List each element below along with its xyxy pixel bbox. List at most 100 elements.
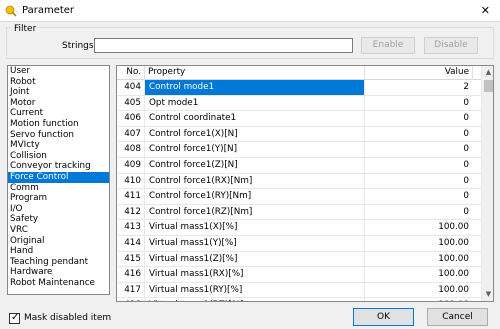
table-header: No. Property Value	[117, 66, 481, 80]
row-value[interactable]: 0	[365, 111, 473, 126]
disable-button[interactable]: Disable	[424, 37, 478, 54]
row-property: Virtual mass1(X)[%]	[145, 220, 365, 236]
category-item[interactable]: Collision	[8, 151, 109, 162]
table-row[interactable]: 418Virtual mass1(RZ)[%]100.00	[117, 298, 481, 301]
row-number: 407	[117, 126, 145, 142]
ok-button[interactable]: OK	[353, 308, 414, 326]
row-number: 404	[117, 80, 145, 95]
category-item[interactable]: Robot	[8, 77, 109, 88]
category-item[interactable]: Current	[8, 108, 109, 119]
category-item[interactable]: Motion function	[8, 119, 109, 130]
category-item[interactable]: Servo function	[8, 130, 109, 141]
row-number: 411	[117, 189, 145, 205]
row-value[interactable]: 100.00	[365, 220, 473, 235]
row-value[interactable]: 0	[365, 174, 473, 189]
column-header-property[interactable]: Property	[145, 66, 365, 80]
row-property: Control force1(Z)[N]	[145, 157, 365, 173]
row-property: Virtual mass1(Z)[%]	[145, 251, 365, 267]
row-number: 408	[117, 142, 145, 158]
table-row[interactable]: 409 Control force1(Z)[N] 0	[117, 157, 481, 174]
row-number: 414	[117, 235, 145, 251]
column-header-no[interactable]: No.	[117, 66, 145, 80]
mask-disabled-checkbox[interactable]: ✓	[9, 312, 20, 324]
table-row[interactable]: 405 Opt mode1 0	[117, 95, 481, 112]
category-item[interactable]: Program	[8, 193, 109, 204]
row-number: 413	[117, 220, 145, 236]
category-item[interactable]: Joint	[8, 87, 109, 98]
table-row[interactable]: 410 Control force1(RX)[Nm] 0	[117, 173, 481, 190]
row-number: 418	[117, 298, 145, 301]
check-icon: ✓	[11, 312, 20, 323]
row-number: 406	[117, 111, 145, 127]
category-item[interactable]: Robot Maintenance	[8, 278, 109, 289]
row-property: Control force1(RZ)[Nm]	[145, 204, 365, 220]
app-icon	[5, 5, 17, 17]
table-row[interactable]: 406 Control coordinate1 0	[117, 111, 481, 127]
category-item[interactable]: Motor	[8, 98, 109, 109]
filter-legend: Filter	[12, 24, 39, 34]
table-row[interactable]: 413 Virtual mass1(X)[%] 100.00	[117, 220, 481, 236]
strings-input[interactable]	[94, 38, 353, 53]
row-property: Virtual mass1(RY)[%]	[145, 282, 365, 298]
table-row[interactable]: 415 Virtual mass1(Z)[%] 100.00	[117, 251, 481, 268]
row-value[interactable]: 100.00	[365, 236, 473, 251]
row-value[interactable]: 0	[365, 189, 473, 204]
row-number: 410	[117, 173, 145, 189]
row-value[interactable]: 100.00	[365, 283, 473, 298]
row-number: 416	[117, 267, 145, 283]
table-row[interactable]: 404 Control mode1 2	[117, 80, 481, 96]
table-row[interactable]: 412 Control force1(RZ)[Nm] 0	[117, 204, 481, 221]
scroll-thumb[interactable]	[484, 80, 493, 92]
category-item[interactable]: MVIcty	[8, 140, 109, 151]
row-property: Virtual mass1(RZ)[%]	[145, 298, 365, 301]
vertical-scrollbar[interactable]: ▲ ▼	[481, 66, 493, 301]
row-property: Opt mode1	[145, 95, 365, 111]
row-property: Control force1(X)[N]	[145, 126, 365, 142]
row-number: 412	[117, 204, 145, 220]
category-item[interactable]: VRC	[8, 225, 109, 236]
row-number: 405	[117, 95, 145, 111]
row-value[interactable]: 100.00	[365, 267, 473, 282]
table-row[interactable]: 416 Virtual mass1(RX)[%] 100.00	[117, 267, 481, 283]
row-value[interactable]: 0	[365, 158, 473, 173]
category-item[interactable]: User	[8, 66, 109, 77]
window-title: Parameter	[22, 5, 75, 16]
row-value[interactable]: 0	[365, 127, 473, 142]
category-item[interactable]: Safety	[8, 214, 109, 225]
row-number: 417	[117, 282, 145, 298]
mask-disabled-label[interactable]: Mask disabled item	[24, 313, 111, 323]
category-item[interactable]: I/O	[8, 204, 109, 215]
category-item[interactable]: Teaching pendant	[8, 257, 109, 268]
category-item[interactable]: Conveyor tracking	[8, 161, 109, 172]
row-value[interactable]: 100.00	[365, 252, 473, 267]
table-row[interactable]: 407 Control force1(X)[N] 0	[117, 126, 481, 143]
category-item[interactable]: Hand	[8, 246, 109, 257]
row-value[interactable]: 0	[365, 96, 473, 111]
table-row[interactable]: 417 Virtual mass1(RY)[%] 100.00	[117, 282, 481, 299]
row-property: Virtual mass1(RX)[%]	[145, 267, 365, 283]
scroll-down-icon[interactable]: ▼	[482, 288, 493, 301]
column-header-value[interactable]: Value	[365, 66, 473, 80]
category-item[interactable]: Force Control	[8, 171, 109, 183]
category-item[interactable]: Comm	[8, 183, 109, 194]
title-bar: Parameter ✕	[0, 0, 500, 22]
row-value[interactable]: 2	[365, 80, 473, 95]
category-item[interactable]: Hardware	[8, 267, 109, 278]
table-row[interactable]: 408 Control force1(Y)[N] 0	[117, 142, 481, 158]
category-item[interactable]: Original	[8, 236, 109, 247]
cancel-button[interactable]: Cancel	[427, 308, 488, 326]
row-number: 415	[117, 251, 145, 267]
row-property: Control force1(RX)[Nm]	[145, 173, 365, 189]
close-button[interactable]: ✕	[481, 4, 490, 17]
category-list[interactable]: User Robot Joint Motor Current Motion functio…	[7, 65, 110, 295]
row-value[interactable]: 0	[365, 142, 473, 157]
table-row[interactable]: 411 Control force1(RY)[Nm] 0	[117, 189, 481, 205]
row-value[interactable]: 0	[365, 205, 473, 220]
table-row[interactable]: 414 Virtual mass1(Y)[%] 100.00	[117, 235, 481, 252]
row-number: 409	[117, 157, 145, 173]
row-property: Virtual mass1(Y)[%]	[145, 235, 365, 251]
row-value[interactable]: 100.00	[365, 298, 473, 301]
table-body: 404 Control mode1 2 405 Opt mode1 0 406 Control…	[117, 80, 481, 301]
scroll-up-icon[interactable]: ▲	[482, 66, 493, 79]
enable-button[interactable]: Enable	[361, 37, 415, 54]
